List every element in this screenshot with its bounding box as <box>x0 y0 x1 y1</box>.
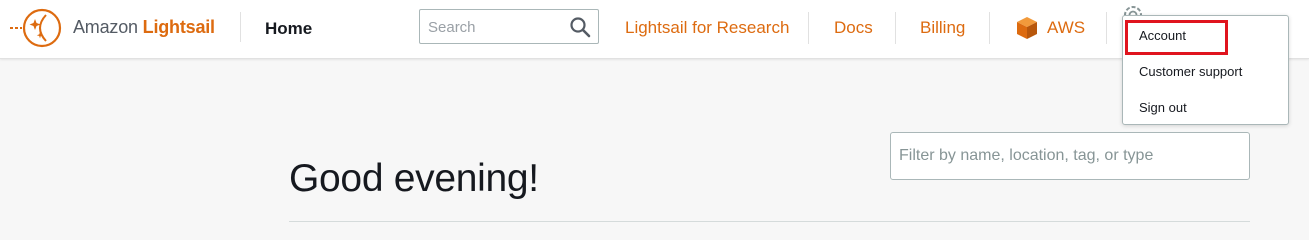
search-box[interactable] <box>419 9 599 44</box>
nav-aws[interactable]: AWS <box>1047 18 1085 38</box>
search-icon[interactable] <box>569 16 591 38</box>
divider <box>989 12 990 44</box>
aws-cube-icon[interactable] <box>1014 15 1040 41</box>
filter-input[interactable] <box>899 145 1239 167</box>
brand-prefix: Amazon <box>73 17 138 37</box>
divider <box>895 12 896 44</box>
lightsail-logo-icon[interactable] <box>10 6 66 50</box>
brand-name[interactable]: Amazon Lightsail <box>73 17 215 38</box>
menu-item-sign-out[interactable]: Sign out <box>1139 100 1187 115</box>
search-input[interactable] <box>428 17 558 37</box>
menu-item-customer-support[interactable]: Customer support <box>1139 64 1242 79</box>
nav-docs[interactable]: Docs <box>834 18 873 38</box>
nav-lightsail-for-research[interactable]: Lightsail for Research <box>625 18 789 38</box>
divider <box>808 12 809 44</box>
divider <box>240 12 241 42</box>
home-link[interactable]: Home <box>265 19 312 39</box>
highlight-box <box>1125 20 1228 55</box>
brand-lightsail: Lightsail <box>142 17 215 37</box>
divider <box>1106 12 1107 44</box>
filter-box[interactable] <box>890 132 1250 180</box>
top-navigation-bar: Amazon Lightsail Home Lightsail for Rese… <box>0 0 1309 59</box>
nav-billing[interactable]: Billing <box>920 18 965 38</box>
greeting-heading: Good evening! <box>289 157 539 201</box>
section-divider <box>289 221 1250 222</box>
